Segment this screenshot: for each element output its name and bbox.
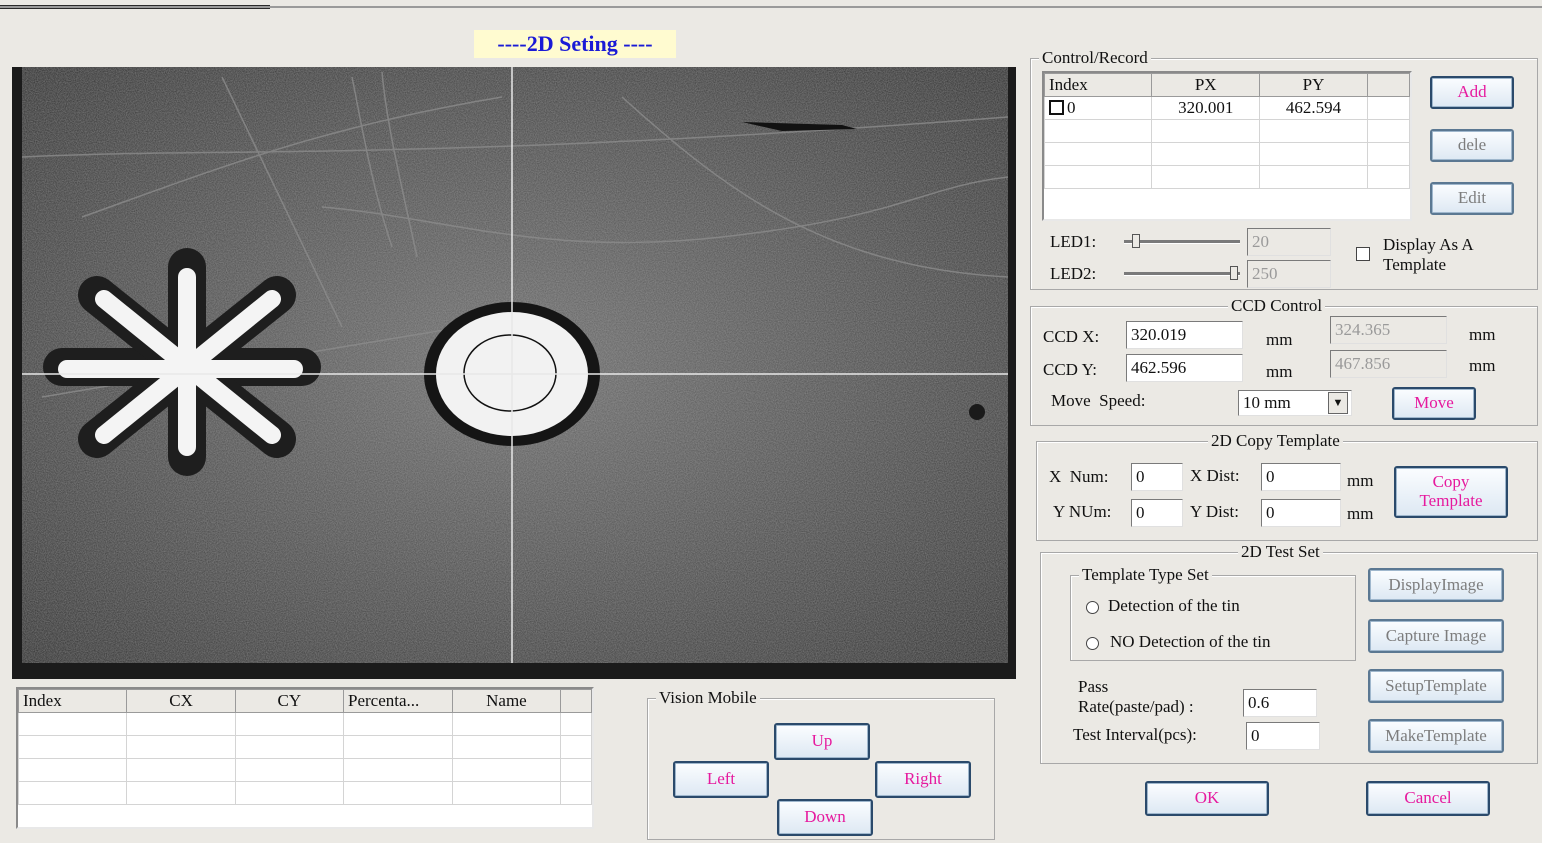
column-header-cx[interactable]: CX bbox=[126, 689, 236, 713]
table-row[interactable] bbox=[18, 712, 592, 736]
x-dist-label: X Dist: bbox=[1190, 466, 1240, 485]
add-button[interactable]: Add bbox=[1430, 76, 1514, 109]
led1-label: LED1: bbox=[1050, 232, 1097, 251]
copy-template-legend: 2D Copy Template bbox=[1208, 432, 1343, 450]
table-row[interactable] bbox=[18, 758, 592, 782]
y-num-label: Y NUm: bbox=[1053, 502, 1112, 521]
ccd-control-legend: CCD Control bbox=[1228, 297, 1326, 315]
row-checkbox[interactable] bbox=[1049, 100, 1064, 115]
cancel-button[interactable]: Cancel bbox=[1366, 781, 1490, 816]
led1-slider-thumb[interactable] bbox=[1132, 234, 1140, 248]
display-image-button[interactable]: DisplayImage bbox=[1368, 568, 1504, 602]
no-detect-tin-label[interactable]: NO Detection of the tin bbox=[1110, 632, 1271, 652]
led1-slider-track[interactable] bbox=[1124, 240, 1240, 244]
column-header-name[interactable]: Name bbox=[451, 689, 562, 713]
vision-mobile-legend: Vision Mobile bbox=[656, 689, 760, 707]
x-num-label: X Num: bbox=[1049, 467, 1109, 486]
x-dist-unit: mm bbox=[1347, 471, 1374, 490]
column-header-percentage[interactable]: Percenta... bbox=[342, 689, 453, 713]
move-speed-value: 10 mm bbox=[1243, 393, 1291, 412]
ccd-y-readout-unit: mm bbox=[1469, 356, 1496, 375]
table-row[interactable] bbox=[1044, 142, 1410, 166]
dialog-title: ----2D Seting ---- bbox=[474, 30, 676, 58]
results-table: Index CX CY Percenta... Name bbox=[18, 689, 592, 805]
table-row[interactable]: 0 320.001 462.594 bbox=[1044, 96, 1410, 120]
dele-button[interactable]: dele bbox=[1430, 129, 1514, 162]
x-num-input[interactable]: 0 bbox=[1131, 463, 1183, 491]
y-dist-unit: mm bbox=[1347, 504, 1374, 523]
control-record-table: Index PX PY 0 320.001 462.594 bbox=[1044, 73, 1410, 189]
y-num-input[interactable]: 0 bbox=[1131, 499, 1183, 527]
camera-image bbox=[22, 67, 1008, 663]
control-record-legend: Control/Record bbox=[1039, 49, 1151, 67]
table-row[interactable] bbox=[1044, 119, 1410, 143]
pass-rate-input[interactable]: 0.6 bbox=[1243, 689, 1317, 717]
copy-template-button[interactable]: Copy Template bbox=[1394, 466, 1508, 518]
control-record-grid[interactable]: Index PX PY 0 320.001 462.594 bbox=[1042, 71, 1412, 221]
test-set-legend: 2D Test Set bbox=[1238, 543, 1323, 561]
make-template-button[interactable]: MakeTemplate bbox=[1368, 719, 1504, 753]
template-type-legend: Template Type Set bbox=[1079, 566, 1212, 584]
capture-image-button[interactable]: Capture Image bbox=[1368, 619, 1504, 653]
results-grid[interactable]: Index CX CY Percenta... Name bbox=[16, 687, 594, 829]
up-button[interactable]: Up bbox=[774, 723, 870, 760]
right-button[interactable]: Right bbox=[875, 761, 971, 798]
table-row[interactable] bbox=[18, 781, 592, 805]
down-button[interactable]: Down bbox=[777, 799, 873, 836]
column-header-px[interactable]: PX bbox=[1151, 73, 1261, 97]
pass-rate-label-line2: Rate(paste/pad) : bbox=[1078, 697, 1194, 716]
ccd-y-input[interactable]: 462.596 bbox=[1126, 354, 1243, 382]
led1-value-field: 20 bbox=[1247, 228, 1331, 256]
column-header-cy[interactable]: CY bbox=[234, 689, 344, 713]
move-speed-label: Move Speed: bbox=[1051, 391, 1146, 410]
top-divider bbox=[0, 6, 1542, 8]
ccd-x-label: CCD X: bbox=[1043, 327, 1100, 346]
ccd-y-label: CCD Y: bbox=[1043, 360, 1098, 379]
x-dist-input[interactable]: 0 bbox=[1261, 463, 1341, 491]
left-button[interactable]: Left bbox=[673, 761, 769, 798]
ccd-x-readout-unit: mm bbox=[1469, 325, 1496, 344]
ccd-y-unit: mm bbox=[1266, 362, 1293, 381]
row-py: 462.594 bbox=[1259, 96, 1368, 120]
ccd-x-unit: mm bbox=[1266, 330, 1293, 349]
ccd-y-readout: 467.856 bbox=[1330, 350, 1447, 378]
led2-label: LED2: bbox=[1050, 264, 1097, 283]
table-row[interactable] bbox=[18, 735, 592, 759]
column-header-py[interactable]: PY bbox=[1259, 73, 1368, 97]
ccd-x-readout: 324.365 bbox=[1330, 316, 1447, 344]
display-template-checkbox[interactable] bbox=[1356, 247, 1370, 261]
led2-slider-track[interactable] bbox=[1124, 272, 1240, 276]
y-dist-input[interactable]: 0 bbox=[1261, 499, 1341, 527]
led2-slider-thumb[interactable] bbox=[1230, 266, 1238, 280]
column-header-blank bbox=[1366, 73, 1410, 97]
chevron-down-icon[interactable]: ▼ bbox=[1328, 392, 1348, 414]
column-header-blank bbox=[560, 689, 592, 713]
pass-rate-label-line1: Pass bbox=[1078, 677, 1109, 696]
column-header-index[interactable]: Index bbox=[1044, 73, 1153, 97]
row-index: 0 bbox=[1067, 98, 1076, 117]
no-detect-tin-radio[interactable] bbox=[1086, 637, 1099, 650]
ok-button[interactable]: OK bbox=[1145, 781, 1269, 816]
led2-value-field: 250 bbox=[1247, 260, 1331, 288]
table-row[interactable] bbox=[1044, 165, 1410, 189]
column-header-index[interactable]: Index bbox=[18, 689, 128, 713]
test-interval-input[interactable]: 0 bbox=[1246, 722, 1320, 750]
test-interval-label: Test Interval(pcs): bbox=[1073, 725, 1197, 744]
row-index-cell[interactable]: 0 bbox=[1044, 96, 1153, 120]
detect-tin-label[interactable]: Detection of the tin bbox=[1108, 596, 1240, 616]
y-dist-label: Y Dist: bbox=[1190, 502, 1239, 521]
edit-button[interactable]: Edit bbox=[1430, 182, 1514, 215]
detect-tin-radio[interactable] bbox=[1086, 601, 1099, 614]
ccd-x-input[interactable]: 320.019 bbox=[1126, 321, 1243, 349]
row-px: 320.001 bbox=[1151, 96, 1261, 120]
setup-template-button[interactable]: SetupTemplate bbox=[1368, 669, 1504, 703]
display-template-label[interactable]: Display As A Template bbox=[1383, 235, 1513, 275]
camera-view[interactable] bbox=[12, 67, 1016, 679]
move-button[interactable]: Move bbox=[1392, 387, 1476, 420]
